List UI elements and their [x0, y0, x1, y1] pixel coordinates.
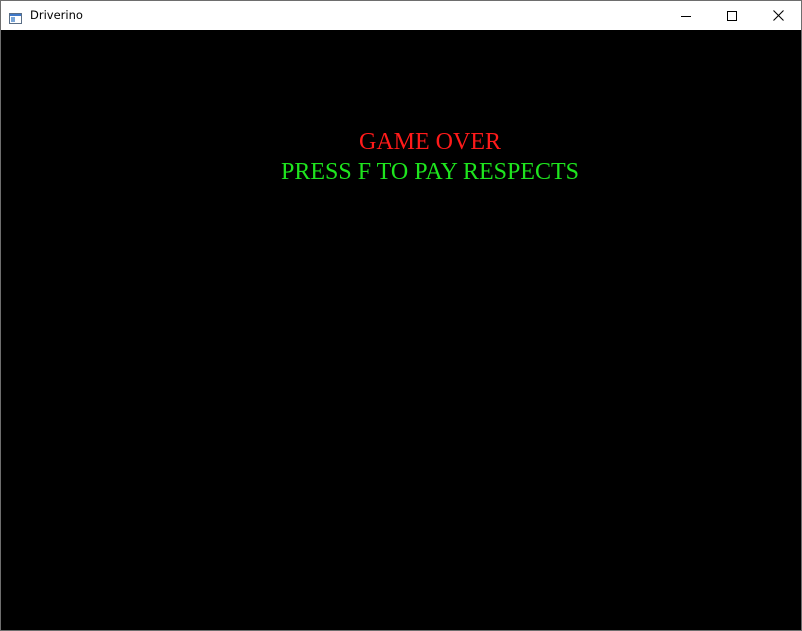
minimize-button[interactable] — [663, 1, 709, 30]
title-bar[interactable]: Driverino — [1, 1, 801, 30]
maximize-icon — [727, 6, 737, 25]
pay-respects-prompt: PRESS F TO PAY RESPECTS — [281, 159, 579, 185]
maximize-button[interactable] — [709, 1, 755, 30]
app-window-icon — [9, 9, 22, 24]
close-button[interactable] — [755, 1, 801, 30]
minimize-icon — [681, 6, 691, 25]
window-title: Driverino — [30, 8, 83, 22]
game-canvas[interactable]: GAME OVER PRESS F TO PAY RESPECTS — [1, 30, 801, 630]
app-window: Driverino GAME OVER PRESS F TO PAY RESPE… — [0, 0, 802, 631]
game-over-text: GAME OVER — [359, 129, 501, 155]
close-icon — [772, 6, 784, 25]
